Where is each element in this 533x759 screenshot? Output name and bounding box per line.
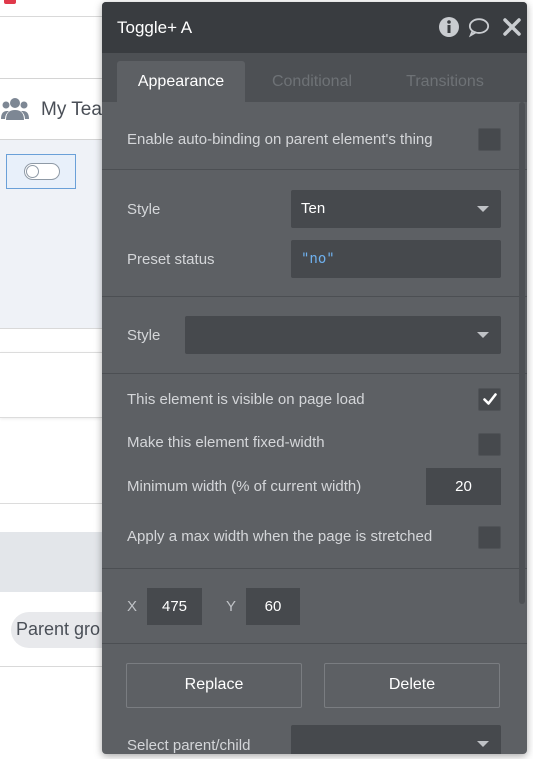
toggle-switch[interactable] [24, 163, 60, 180]
panel-title: Toggle+ A [117, 18, 193, 37]
style-dropdown-2[interactable] [185, 316, 501, 354]
auto-binding-checkbox[interactable] [478, 128, 501, 151]
replace-button[interactable]: Replace [126, 663, 302, 708]
tab-conditional[interactable]: Conditional [252, 61, 372, 102]
visible-on-load-checkbox[interactable] [478, 388, 501, 411]
style-label-2: Style [127, 327, 161, 344]
divider [0, 666, 102, 667]
max-width-checkbox[interactable] [478, 526, 501, 549]
divider [102, 643, 527, 644]
property-editor-panel: Toggle+ A Appearance Conditional Transit… [102, 2, 527, 754]
fixed-width-label: Make this element fixed-width [127, 434, 325, 451]
check-icon [483, 393, 497, 405]
style-dropdown[interactable]: Ten [291, 190, 501, 228]
tabs-bar: Appearance Conditional Transitions [102, 53, 527, 102]
chevron-down-icon [477, 741, 489, 747]
preset-status-label: Preset status [127, 251, 215, 268]
visible-on-load-label: This element is visible on page load [127, 391, 365, 408]
info-icon[interactable] [438, 16, 460, 38]
divider [102, 373, 527, 374]
comment-icon[interactable] [468, 16, 490, 38]
y-input[interactable]: 60 [246, 588, 300, 625]
toggle-knob [26, 165, 39, 178]
preset-status-input[interactable]: "no" [291, 240, 501, 278]
toggle-element[interactable] [6, 154, 76, 189]
auto-binding-label: Enable auto-binding on parent element's … [127, 131, 433, 148]
y-label: Y [226, 598, 237, 615]
tab-transitions[interactable]: Transitions [385, 61, 505, 102]
panel-header[interactable]: Toggle+ A [102, 2, 527, 53]
divider [102, 568, 527, 569]
red-marker [4, 0, 16, 4]
close-icon[interactable] [501, 16, 523, 38]
divider [0, 328, 102, 329]
min-width-input[interactable]: 20 [426, 468, 501, 505]
fixed-width-checkbox[interactable] [478, 433, 501, 456]
delete-button[interactable]: Delete [324, 663, 500, 708]
min-width-label: Minimum width (% of current width) [127, 478, 362, 495]
x-input[interactable]: 475 [147, 588, 202, 625]
team-label: My Tea [41, 99, 102, 120]
divider [102, 169, 527, 170]
max-width-label: Apply a max width when the page is stret… [127, 528, 433, 545]
chevron-down-icon [477, 206, 489, 212]
scrollbar[interactable] [519, 102, 525, 604]
card [0, 424, 102, 504]
select-parent-label: Select parent/child [127, 737, 251, 754]
team-icon [1, 98, 29, 120]
tab-appearance[interactable]: Appearance [117, 61, 245, 102]
x-label: X [127, 598, 138, 615]
divider [102, 296, 527, 297]
style-value: Ten [301, 200, 326, 217]
card [0, 352, 102, 418]
style-label: Style [127, 201, 161, 218]
divider [0, 16, 102, 17]
chevron-down-icon [477, 332, 489, 338]
right-edge [527, 0, 533, 759]
select-parent-dropdown[interactable] [291, 725, 501, 754]
